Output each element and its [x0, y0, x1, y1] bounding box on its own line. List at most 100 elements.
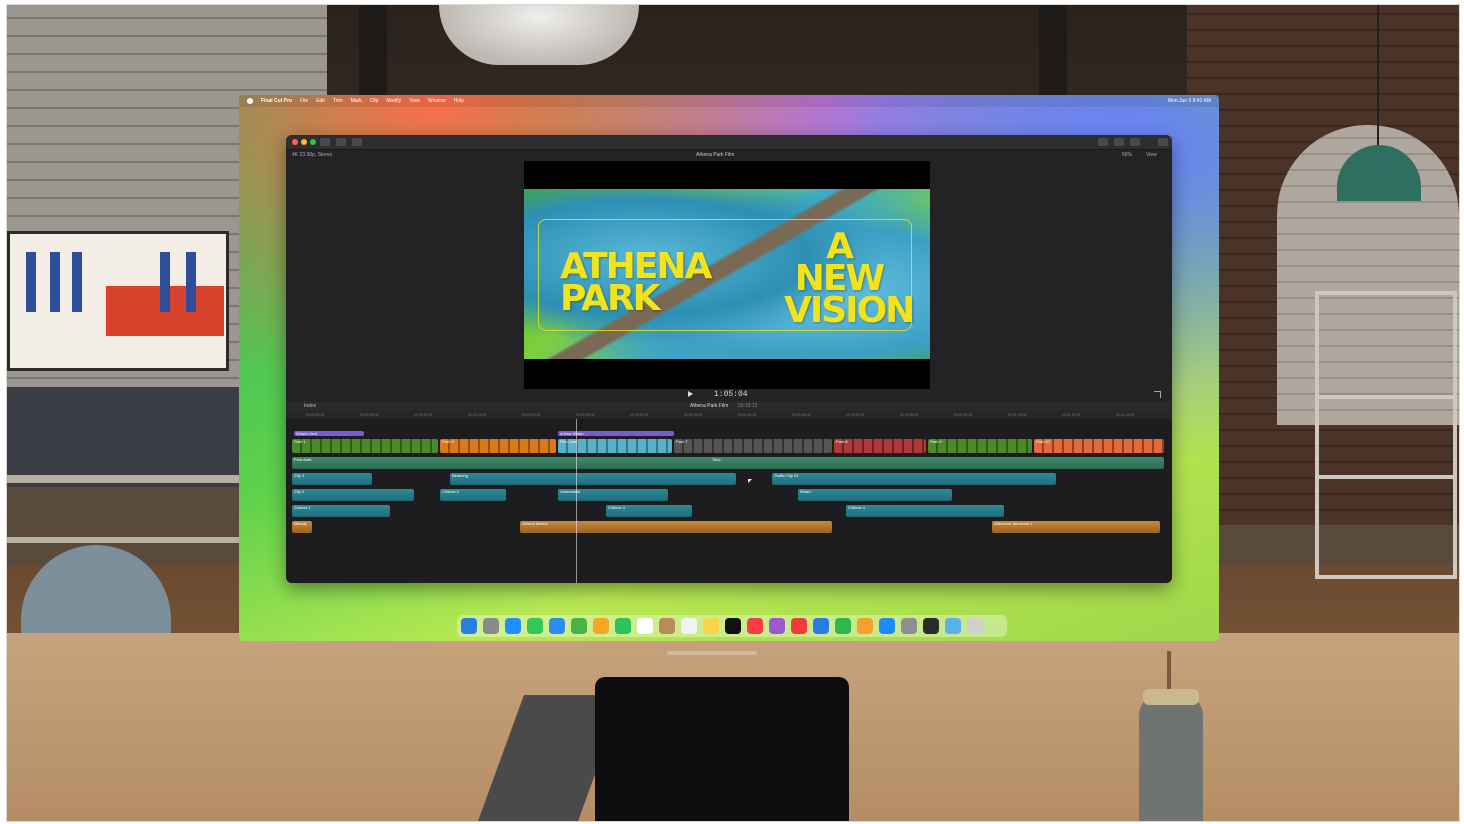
- layout-icon[interactable]: [1098, 138, 1108, 146]
- audio-clip[interactable]: Underwater: [558, 489, 668, 501]
- menu-app-name[interactable]: Final Cut Pro: [261, 98, 292, 104]
- timeline-project-name[interactable]: Athena Park Film: [690, 403, 728, 409]
- audio-clip[interactable]: Chimes 1: [292, 505, 390, 517]
- finalcut-icon[interactable]: [923, 618, 939, 634]
- video-clip[interactable]: Park 1: [292, 439, 438, 453]
- launchpad-icon[interactable]: [483, 618, 499, 634]
- clip-label: City 2: [294, 489, 305, 494]
- index-button[interactable]: Index: [304, 403, 316, 409]
- contacts-icon[interactable]: [659, 618, 675, 634]
- menu-bar: Final Cut Pro File Edit Trim Mark Clip M…: [239, 95, 1219, 107]
- timecode-display[interactable]: 1:05:04: [714, 390, 748, 399]
- import-icon[interactable]: [320, 138, 330, 146]
- audio-clip[interactable]: Chimes 4: [846, 505, 1004, 517]
- ruler-tick: 00:00:00:00: [306, 413, 325, 417]
- timeline-duration: 03:18:12: [738, 403, 758, 409]
- close-icon[interactable]: [292, 139, 298, 145]
- music-clip[interactable]: Melody: [292, 521, 312, 533]
- settings-icon[interactable]: [901, 618, 917, 634]
- menu-edit[interactable]: Edit: [316, 98, 325, 104]
- project-title: Athena Park Film: [696, 152, 735, 158]
- music-icon[interactable]: [747, 618, 763, 634]
- ruler-tick: 00:00:10:00: [414, 413, 433, 417]
- zoom-icon[interactable]: [310, 139, 316, 145]
- menu-modify[interactable]: Modify: [386, 98, 401, 104]
- numbers-icon[interactable]: [835, 618, 851, 634]
- video-clip[interactable]: Park 3: [440, 439, 556, 453]
- folder-icon[interactable]: [945, 618, 961, 634]
- adjust-icon[interactable]: [1130, 138, 1140, 146]
- video-clip[interactable]: Park 9: [928, 439, 1032, 453]
- play-icon[interactable]: [688, 391, 693, 397]
- menu-trim[interactable]: Trim: [333, 98, 343, 104]
- ruler-tick: 00:00:45:00: [792, 413, 811, 417]
- notes-icon[interactable]: [703, 618, 719, 634]
- trash-icon[interactable]: [967, 618, 983, 634]
- menu-file[interactable]: File: [300, 98, 308, 104]
- photos-icon[interactable]: [593, 618, 609, 634]
- audio-clip[interactable]: Chimes 3: [606, 505, 692, 517]
- menu-mark[interactable]: Mark: [351, 98, 362, 104]
- menu-clip[interactable]: Clip: [370, 98, 379, 104]
- menu-window[interactable]: Window: [428, 98, 446, 104]
- ruler-tick: 00:01:15:00: [1116, 413, 1135, 417]
- ceiling-pipe: [359, 5, 387, 105]
- news-icon[interactable]: [791, 618, 807, 634]
- audio-clip[interactable]: City 2: [292, 489, 414, 501]
- menu-view[interactable]: View: [409, 98, 420, 104]
- zoom-menu[interactable]: 56%: [1122, 152, 1132, 158]
- finder-icon[interactable]: [461, 618, 477, 634]
- appstore-icon[interactable]: [879, 618, 895, 634]
- mail-icon[interactable]: [549, 618, 565, 634]
- clip-label: Chimes 4: [848, 505, 865, 510]
- painting-stripe: [72, 252, 82, 312]
- messages-icon[interactable]: [527, 618, 543, 634]
- inspector-icon[interactable]: [1114, 138, 1124, 146]
- reminders-icon[interactable]: [681, 618, 697, 634]
- keynote-icon[interactable]: [813, 618, 829, 634]
- background-tasks-icon[interactable]: [352, 138, 362, 146]
- title-clip[interactable]: What's Next: [294, 431, 364, 436]
- clip-label: What's Next: [296, 431, 318, 436]
- music-clip[interactable]: Afternoon Sunshine 2: [992, 521, 1160, 533]
- painting-stripe: [186, 252, 196, 312]
- music-clip[interactable]: Athena Motion: [520, 521, 832, 533]
- view-menu[interactable]: View: [1146, 152, 1157, 158]
- menu-help[interactable]: Help: [454, 98, 464, 104]
- maps-icon[interactable]: [571, 618, 587, 634]
- share-icon[interactable]: [1158, 138, 1168, 146]
- mac-virtual-display[interactable]: Final Cut Pro File Edit Trim Mark Clip M…: [239, 95, 1219, 641]
- keywords-icon[interactable]: [336, 138, 346, 146]
- facetime-icon[interactable]: [615, 618, 631, 634]
- clip-label: City 1: [294, 473, 305, 478]
- fullscreen-icon[interactable]: [1154, 391, 1161, 398]
- clip-label: Film Card: [560, 439, 578, 444]
- pages-icon[interactable]: [857, 618, 873, 634]
- audio-clip[interactable]: Chimes 2: [440, 489, 506, 501]
- kitchen-counter: [7, 387, 247, 487]
- audio-main-clip[interactable]: Park Amb Tone: [292, 457, 1164, 469]
- window-grab-bar[interactable]: [667, 651, 757, 655]
- playhead[interactable]: [576, 419, 577, 583]
- calendar-icon[interactable]: [637, 618, 653, 634]
- audio-clip[interactable]: Traffic City 01: [772, 473, 1056, 485]
- video-clip[interactable]: Park 10: [1034, 439, 1164, 453]
- painting-stripe: [26, 252, 36, 312]
- timeline-tracks[interactable]: What's Next A New Vision Park 1 Park 3 F…: [286, 419, 1172, 583]
- audio-clip[interactable]: City 1: [292, 473, 372, 485]
- video-clip[interactable]: Park 7: [674, 439, 832, 453]
- menu-clock[interactable]: Mon Jun 5 9:41 AM: [1168, 98, 1211, 104]
- window-titlebar[interactable]: [286, 135, 1172, 150]
- podcasts-icon[interactable]: [769, 618, 785, 634]
- audio-clip[interactable]: Birdsong: [450, 473, 736, 485]
- minimize-icon[interactable]: [301, 139, 307, 145]
- appletv-icon[interactable]: [725, 618, 741, 634]
- final-cut-pro-window[interactable]: 4K 23.98p, Stereo Athena Park Film 56% V…: [286, 135, 1172, 583]
- apple-icon[interactable]: [247, 98, 253, 104]
- timeline-header: Index Athena Park Film 03:18:12: [286, 401, 1172, 411]
- video-clip[interactable]: Park 8: [834, 439, 926, 453]
- safari-icon[interactable]: [505, 618, 521, 634]
- audio-clip[interactable]: Wharf: [798, 489, 952, 501]
- video-viewer[interactable]: ATHENA PARK A NEW VISION: [524, 161, 930, 389]
- transport-bar: 1:05:04: [286, 389, 1172, 401]
